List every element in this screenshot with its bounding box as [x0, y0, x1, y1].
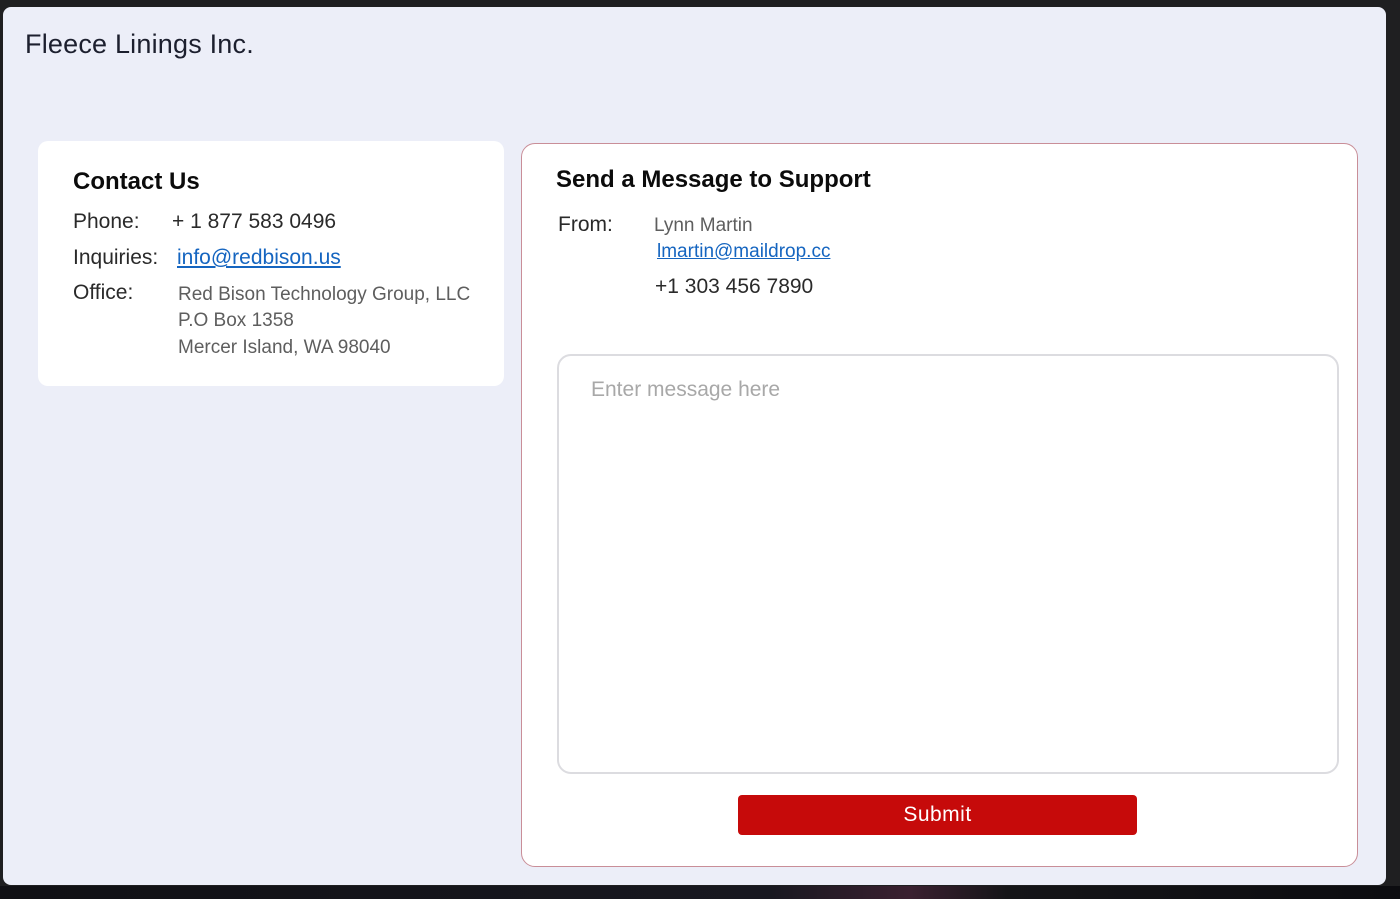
contact-heading: Contact Us	[73, 168, 200, 195]
app-title: Fleece Linings Inc.	[25, 29, 254, 59]
office-address-line-3: Mercer Island, WA 98040	[178, 337, 391, 358]
phone-value: + 1 877 583 0496	[172, 210, 337, 233]
office-address-line-1: Red Bison Technology Group, LLC	[178, 284, 471, 305]
support-message-card: Send a Message to Support From: Lynn Mar…	[521, 143, 1358, 867]
contact-card: Contact Us Phone: + 1 877 583 0496 Inqui…	[38, 141, 504, 386]
from-label: From:	[558, 213, 613, 236]
inquiries-label: Inquiries:	[73, 246, 159, 269]
from-phone: +1 303 456 7890	[655, 275, 814, 298]
app-window: Fleece Linings Inc. Contact Us Phone: + …	[3, 7, 1386, 885]
office-label: Office:	[73, 281, 134, 304]
inquiries-email-link[interactable]: info@redbison.us	[177, 246, 341, 270]
office-address-line-2: P.O Box 1358	[178, 310, 294, 331]
submit-button[interactable]: Submit	[738, 795, 1137, 835]
phone-label: Phone:	[73, 210, 140, 233]
desktop-background	[0, 886, 1400, 899]
from-email-link[interactable]: lmartin@maildrop.cc	[657, 241, 830, 263]
support-message-heading: Send a Message to Support	[556, 166, 871, 193]
from-name: Lynn Martin	[654, 215, 753, 236]
message-input[interactable]	[557, 354, 1339, 774]
